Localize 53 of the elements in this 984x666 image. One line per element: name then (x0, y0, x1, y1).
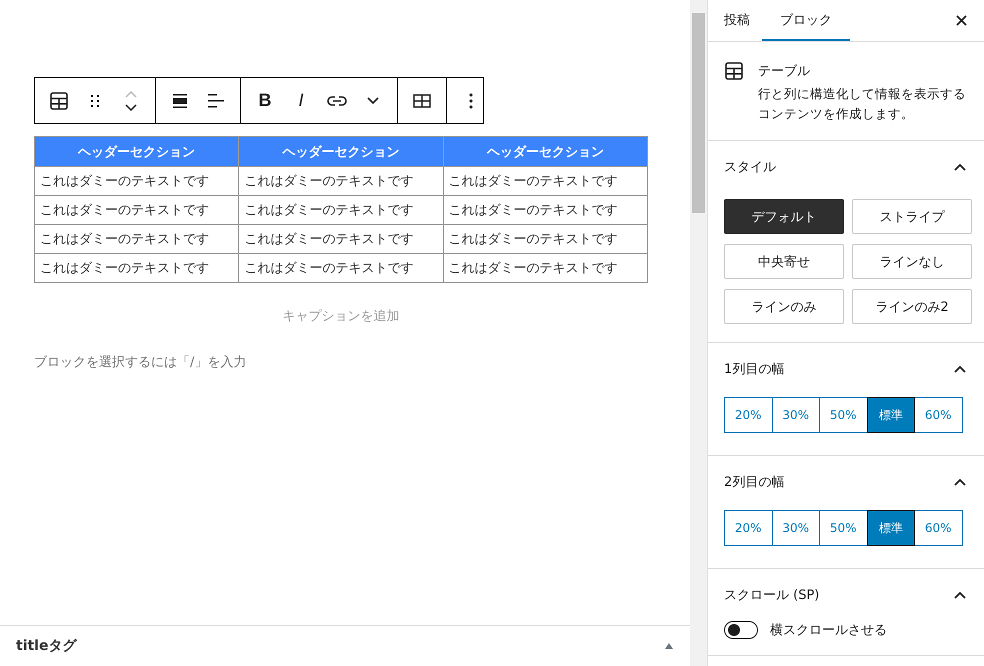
table-cell: これはダミーのテキストです (34, 254, 239, 282)
table-header-cell: ヘッダーセクション (443, 136, 648, 166)
expand-triangle-icon[interactable] (664, 642, 674, 650)
table-header-cell: ヘッダーセクション (238, 136, 444, 166)
italic-button[interactable]: I (283, 82, 319, 118)
collapse-chevron-icon[interactable] (954, 478, 966, 486)
table-cell: これはダミーのテキストです (238, 224, 444, 254)
style-option-button[interactable]: ストライプ (852, 199, 972, 234)
width-option-button[interactable]: 60% (914, 510, 962, 546)
sidebar-tab[interactable]: ブロック (762, 0, 850, 41)
style-option-button[interactable]: ラインのみ (724, 289, 844, 324)
table-cell: これはダミーのテキストです (238, 196, 444, 224)
table-cell: これはダミーのテキストです (34, 166, 239, 196)
style-option-button[interactable]: ラインのみ2 (852, 289, 972, 324)
width-option-button[interactable]: 50% (819, 397, 868, 433)
move-down-icon[interactable] (125, 104, 137, 110)
table-cell: これはダミーのテキストです (443, 196, 648, 224)
panel-title[interactable]: スクロール (SP) (724, 586, 820, 604)
bold-button[interactable]: B (247, 82, 283, 118)
toggle-label: 横スクロールさせる (770, 622, 887, 639)
width-option-button[interactable]: 50% (819, 510, 868, 546)
style-option-button[interactable]: 中央寄せ (724, 244, 844, 279)
table-cell: これはダミーのテキストです (443, 254, 648, 282)
block-appender-placeholder[interactable]: ブロックを選択するには「/」を入力 (34, 353, 246, 371)
width-option-button[interactable]: 60% (914, 397, 962, 433)
panel-title[interactable]: 2列目の幅 (724, 473, 784, 491)
style-option-button[interactable]: デフォルト (724, 199, 844, 234)
block-name: テーブル (758, 63, 811, 80)
width-option-button[interactable]: 標準 (866, 510, 915, 546)
block-description: 行と列に構造化して情報を表示するコンテンツを作成します。 (758, 85, 967, 123)
table-cell: これはダミーのテキストです (238, 166, 444, 196)
width-option-button[interactable]: 20% (724, 397, 772, 433)
table-icon (724, 61, 744, 81)
table-cell: これはダミーのテキストです (443, 166, 648, 196)
table-cell: これはダミーのテキストです (443, 224, 648, 254)
table-cell: これはダミーのテキストです (34, 196, 239, 224)
sidebar-tab[interactable]: 投稿 (712, 0, 762, 41)
collapse-chevron-icon[interactable] (954, 365, 966, 373)
collapse-chevron-icon[interactable] (954, 163, 966, 171)
width-option-button[interactable]: 20% (724, 510, 772, 546)
width-option-button[interactable]: 30% (772, 510, 820, 546)
close-icon[interactable] (956, 15, 967, 26)
panel-title[interactable]: 1列目の幅 (724, 360, 784, 378)
width-option-button[interactable]: 標準 (866, 397, 915, 433)
table-cell: これはダミーのテキストです (238, 254, 444, 282)
table-cell: これはダミーのテキストです (34, 224, 239, 254)
panel-title[interactable]: スタイル (724, 158, 776, 176)
table-header-cell: ヘッダーセクション (34, 136, 239, 166)
meta-box-title: titleタグ (16, 637, 76, 655)
width-option-button[interactable]: 30% (772, 397, 820, 433)
toggle-switch[interactable] (724, 621, 758, 639)
collapse-chevron-icon[interactable] (954, 591, 966, 599)
style-option-button[interactable]: ラインなし (852, 244, 972, 279)
